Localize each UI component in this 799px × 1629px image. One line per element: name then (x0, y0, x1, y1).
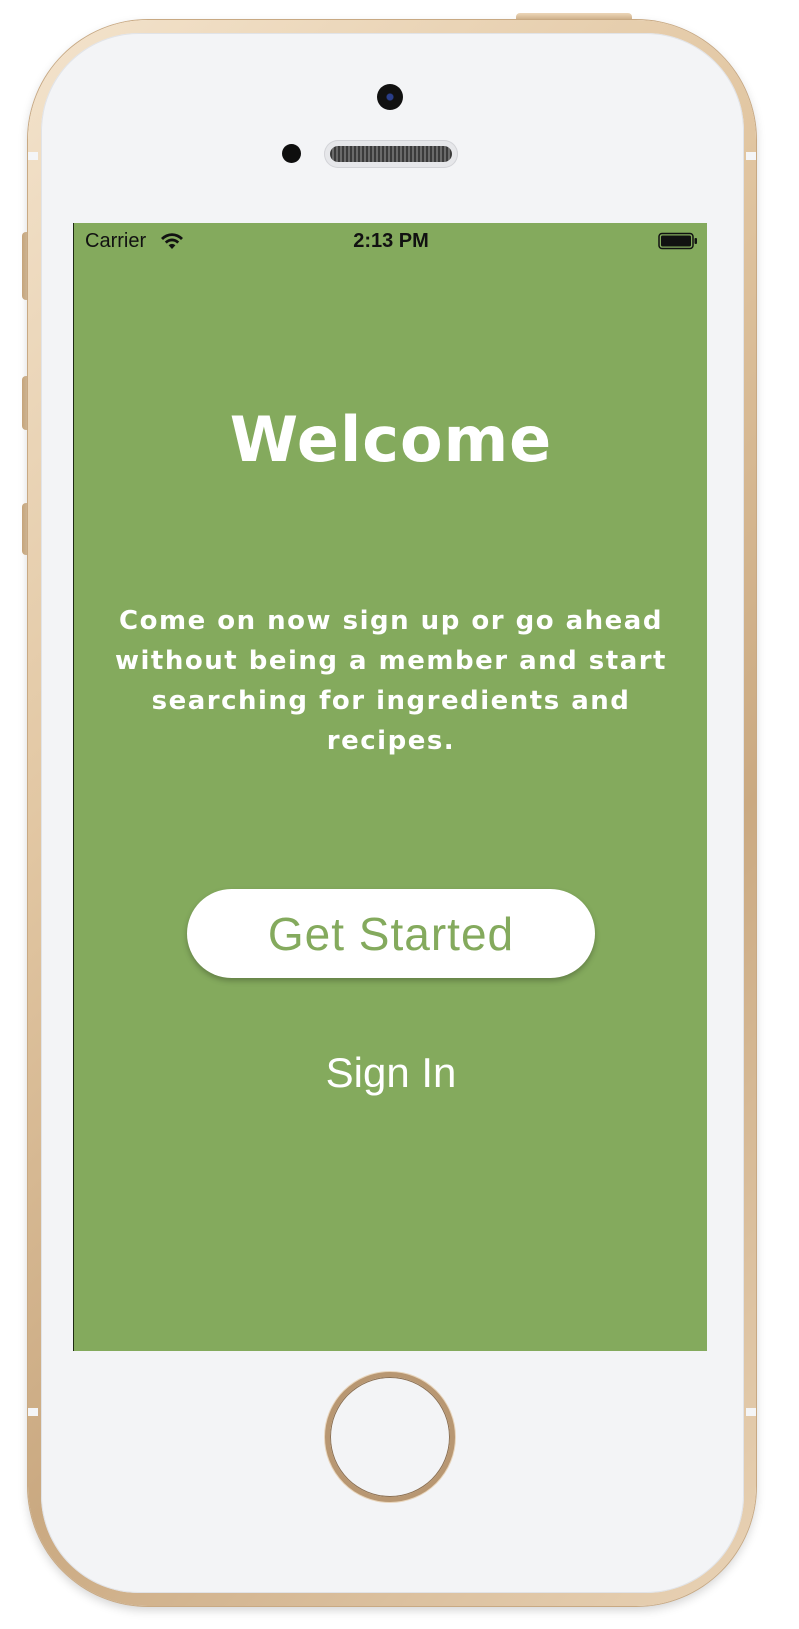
intro-line: Come on now sign up or go ahead (119, 606, 663, 636)
battery-icon (658, 232, 697, 250)
device-mockup: Carrier 2:13 PM Welcome Come on now sign… (0, 0, 799, 1629)
antenna-band (28, 152, 38, 160)
antenna-band (746, 1408, 756, 1416)
proximity-sensor (282, 144, 301, 163)
intro-text: Come on now sign up or go ahead without … (94, 601, 688, 761)
welcome-title: Welcome (229, 403, 553, 476)
app-screen: Carrier 2:13 PM Welcome Come on now sign… (73, 223, 707, 1351)
get-started-button[interactable]: Get Started (187, 889, 595, 978)
status-bar: Carrier 2:13 PM (74, 223, 707, 259)
intro-line: without being a member and start (114, 646, 667, 676)
sign-in-link[interactable]: Sign In (74, 1049, 707, 1097)
intro-line: searching for ingredients and recipes. (151, 686, 631, 756)
front-camera-icon (377, 84, 403, 110)
antenna-band (28, 1408, 38, 1416)
home-button-icon[interactable] (325, 1372, 455, 1502)
earpiece-speaker (324, 140, 458, 168)
status-time: 2:13 PM (353, 230, 429, 252)
antenna-band (746, 152, 756, 160)
